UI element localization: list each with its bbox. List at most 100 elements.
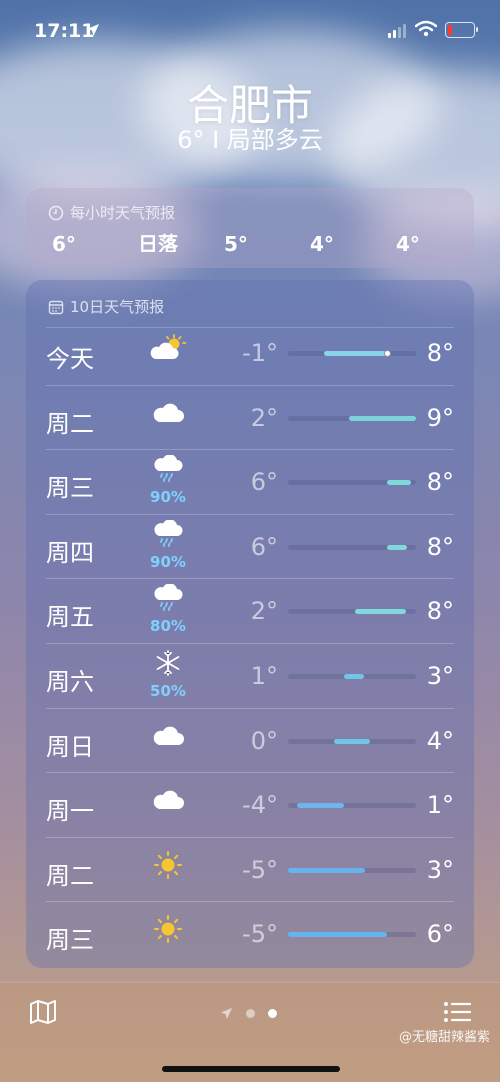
hourly-forecast-header: 每小时天气预报 bbox=[48, 202, 175, 223]
temperature-range-track bbox=[288, 415, 416, 421]
home-indicator[interactable] bbox=[162, 1066, 340, 1072]
temperature-range-track bbox=[288, 609, 416, 615]
temperature-range-track bbox=[288, 738, 416, 744]
cellular-signal-icon bbox=[388, 24, 406, 38]
temperature-range-bar bbox=[349, 415, 416, 421]
precipitation-probability: 90% bbox=[150, 552, 186, 571]
forecast-row[interactable]: 周五 80% 2° 8° bbox=[26, 578, 474, 643]
high-temperature: 9° bbox=[426, 403, 454, 432]
high-temperature: 3° bbox=[426, 855, 454, 884]
hourly-strip[interactable]: 6°日落5°4°4°3 bbox=[52, 228, 474, 252]
hourly-item: 4° bbox=[396, 232, 420, 252]
forecast-day-label: 周三 bbox=[46, 474, 94, 503]
cloud-icon bbox=[150, 399, 186, 427]
temperature-range-track bbox=[288, 932, 416, 938]
low-temperature: -5° bbox=[242, 855, 278, 884]
sun-icon bbox=[150, 850, 186, 879]
forecast-day-label: 周五 bbox=[46, 603, 94, 632]
forecast-day-label: 周六 bbox=[46, 667, 94, 696]
low-temperature: 6° bbox=[250, 468, 278, 497]
temperature-range-bar bbox=[344, 673, 364, 679]
temperature-range-bar bbox=[288, 867, 365, 873]
map-icon[interactable] bbox=[29, 999, 57, 1025]
forecast-row[interactable]: 周三 -5° 6° bbox=[26, 901, 474, 966]
wifi-icon bbox=[415, 20, 437, 37]
temperature-range-bar bbox=[323, 351, 390, 356]
forecast-day-label: 周日 bbox=[46, 732, 94, 761]
hourly-item: 6° bbox=[52, 232, 76, 252]
temperature-range-track bbox=[288, 350, 416, 357]
clock-icon bbox=[48, 205, 64, 220]
forecast-row[interactable]: 周二 -5° 3° bbox=[26, 836, 474, 902]
rain-cloud-icon bbox=[150, 519, 186, 548]
low-temperature: 2° bbox=[250, 403, 278, 432]
precipitation-probability: 90% bbox=[150, 488, 186, 507]
high-temperature: 1° bbox=[426, 791, 454, 820]
low-temperature: 2° bbox=[250, 597, 278, 626]
forecast-row[interactable]: 周二 2° 9° bbox=[26, 384, 474, 450]
low-temperature: -5° bbox=[242, 920, 278, 949]
forecast-day-label: 今天 bbox=[46, 345, 94, 373]
temperature-range-bar bbox=[296, 803, 345, 809]
high-temperature: 8° bbox=[426, 597, 454, 626]
rain-cloud-icon bbox=[150, 583, 186, 612]
location-arrow-icon bbox=[220, 1007, 233, 1020]
ten-day-forecast-title: 10日天气预报 bbox=[70, 298, 165, 316]
page-dot[interactable] bbox=[246, 1009, 255, 1018]
calendar-icon bbox=[48, 300, 64, 314]
ten-day-forecast-card[interactable]: 10日天气预报 今天 -1° 8° 周二 2° 9° 周三 90% 6° 8° 周四 90% 6° 8° 周… bbox=[26, 280, 474, 968]
forecast-day-label: 周四 bbox=[46, 538, 94, 567]
hourly-forecast-title: 每小时天气预报 bbox=[70, 204, 176, 222]
weather-summary: 6° I 局部多云 bbox=[177, 126, 323, 154]
forecast-row[interactable]: 周一 -4° 1° bbox=[26, 772, 474, 837]
forecast-row[interactable]: 周六 50% 1° 3° bbox=[26, 642, 474, 708]
low-temperature: 0° bbox=[250, 726, 278, 755]
battery-icon bbox=[445, 22, 478, 38]
forecast-rows: 今天 -1° 8° 周二 2° 9° 周三 90% 6° 8° 周四 90% 6° 8° 周五 80% 2° 8°… bbox=[26, 320, 474, 966]
temperature-range-track bbox=[288, 867, 416, 873]
temperature-range-track bbox=[288, 803, 416, 809]
forecast-day-label: 周二 bbox=[46, 861, 94, 890]
low-temperature: -1° bbox=[242, 339, 278, 367]
list-icon[interactable] bbox=[443, 1001, 471, 1023]
temperature-range-track bbox=[288, 480, 416, 486]
cloud-icon bbox=[150, 722, 186, 750]
location-arrow-icon bbox=[87, 24, 99, 36]
hourly-item: 4° bbox=[310, 232, 334, 252]
page-indicator[interactable] bbox=[220, 1007, 277, 1020]
partly-cloudy-icon bbox=[150, 334, 187, 362]
forecast-row[interactable]: 今天 -1° 8° bbox=[26, 320, 474, 385]
temperature-range-bar bbox=[288, 932, 387, 938]
precipitation-probability: 80% bbox=[150, 617, 186, 636]
temperature-range-bar bbox=[386, 544, 408, 550]
snowflake-icon bbox=[150, 649, 186, 677]
current-temperature-dot bbox=[384, 350, 392, 357]
cloud-icon bbox=[150, 786, 186, 814]
hourly-item: 5° bbox=[224, 232, 248, 252]
temperature-range-bar bbox=[386, 480, 411, 486]
hourly-forecast-card[interactable]: 每小时天气预报 6°日落5°4°4°3 bbox=[26, 188, 474, 268]
page-dot-active[interactable] bbox=[268, 1009, 277, 1018]
rain-cloud-icon bbox=[150, 454, 186, 483]
hourly-item: 日落 bbox=[138, 232, 178, 252]
precipitation-probability: 50% bbox=[150, 681, 186, 700]
low-temperature: 1° bbox=[250, 661, 278, 690]
high-temperature: 8° bbox=[426, 532, 454, 561]
temperature-range-bar bbox=[334, 738, 370, 744]
forecast-day-label: 周三 bbox=[46, 926, 94, 955]
status-bar: 17:11 bbox=[0, 0, 500, 60]
high-temperature: 4° bbox=[426, 726, 454, 755]
forecast-row[interactable]: 周日 0° 4° bbox=[26, 707, 474, 773]
forecast-row[interactable]: 周四 90% 6° 8° bbox=[26, 513, 474, 579]
forecast-row[interactable]: 周三 90% 6° 8° bbox=[26, 449, 474, 514]
ten-day-forecast-header: 10日天气预报 bbox=[48, 296, 164, 317]
forecast-day-label: 周一 bbox=[46, 797, 94, 826]
high-temperature: 8° bbox=[426, 468, 454, 497]
high-temperature: 6° bbox=[426, 920, 454, 949]
forecast-day-label: 周二 bbox=[46, 409, 94, 438]
temperature-range-track bbox=[288, 544, 416, 550]
low-temperature: -4° bbox=[242, 791, 278, 820]
watermark: @无糖甜辣酱紫 bbox=[398, 1030, 490, 1045]
temperature-range-track bbox=[288, 673, 416, 679]
high-temperature: 8° bbox=[426, 339, 454, 367]
